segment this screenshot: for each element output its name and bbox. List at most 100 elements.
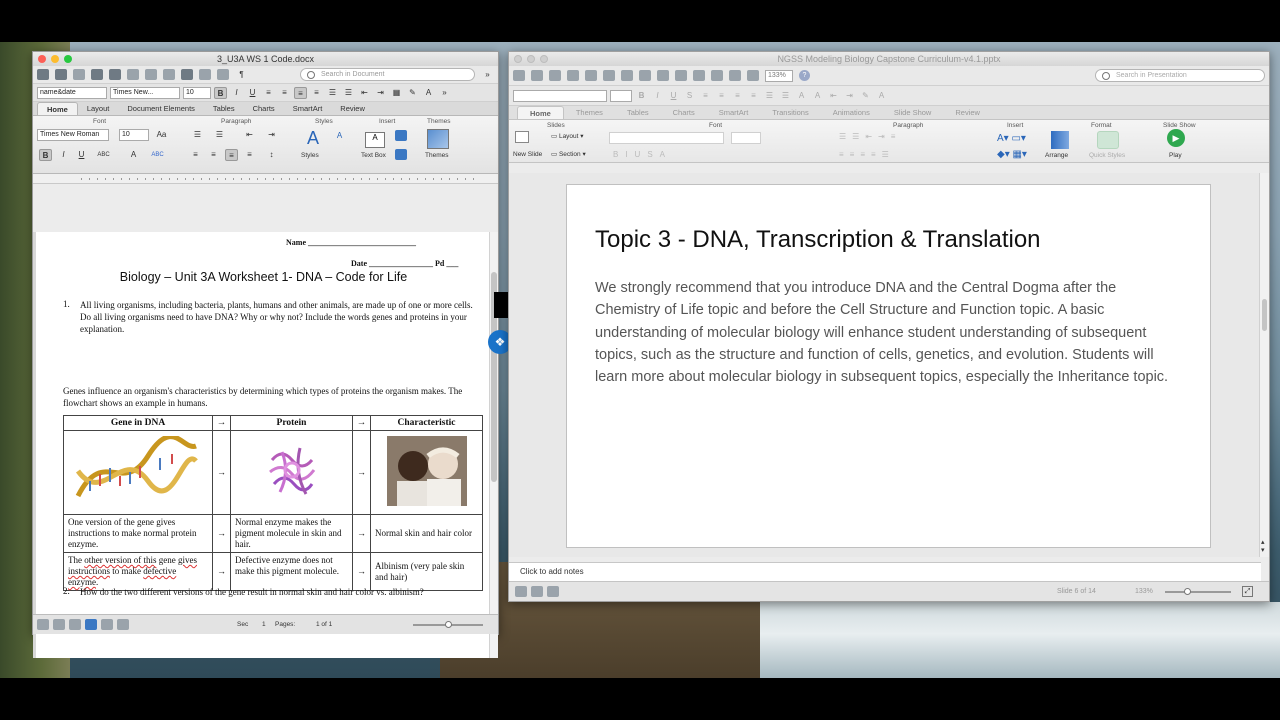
ppt-bullets-icon[interactable]: ☰ <box>763 90 776 102</box>
slide-body-text[interactable]: We strongly recommend that you introduce… <box>595 277 1185 388</box>
ppt-copy-icon[interactable] <box>621 70 633 81</box>
ppt-tab-charts[interactable]: Charts <box>661 106 707 119</box>
font-color-icon[interactable]: A <box>422 87 435 99</box>
ribbon-ppt-text-formatting[interactable]: BIUSA <box>613 150 672 159</box>
ppt-align-right-icon[interactable]: ≡ <box>731 90 744 102</box>
styles-gallery-icon[interactable]: A <box>303 128 323 149</box>
publishing-view-icon[interactable] <box>69 619 81 630</box>
open-icon[interactable] <box>73 69 85 80</box>
ppt-highlight-icon[interactable]: ✎ <box>859 90 872 102</box>
new-document-icon[interactable] <box>37 69 49 80</box>
slide-show-view-icon[interactable] <box>547 586 559 597</box>
tab-charts[interactable]: Charts <box>244 102 284 115</box>
ppt-minimize-window-button[interactable] <box>527 55 535 63</box>
ribbon-indent-icon[interactable]: ⇥ <box>265 129 278 141</box>
bold-button[interactable]: B <box>214 86 227 99</box>
ribbon-font-size-select[interactable]: 10 <box>119 129 149 141</box>
ppt-justify-icon[interactable]: ≡ <box>747 90 760 102</box>
ppt-font-select[interactable] <box>513 89 607 102</box>
justify-icon[interactable]: ≡ <box>310 87 323 99</box>
tab-layout[interactable]: Layout <box>78 102 119 115</box>
focus-view-icon[interactable] <box>117 619 129 630</box>
shape-icon[interactable] <box>395 130 407 141</box>
ribbon-ppt-text-icon[interactable]: A▾ ▭▾ <box>997 133 1026 144</box>
show-paragraph-marks-icon[interactable]: ¶ <box>235 69 248 81</box>
toolbar-overflow-icon[interactable]: » <box>481 69 494 81</box>
ribbon-bold-button[interactable]: B <box>39 149 52 161</box>
text-box-label[interactable]: Text Box <box>361 152 386 159</box>
ppt-redo-icon[interactable] <box>693 70 705 81</box>
ribbon-font-color-icon[interactable]: A <box>127 149 140 161</box>
arrange-label[interactable]: Arrange <box>1045 152 1068 159</box>
ribbon-ppt-shape-icon[interactable]: ◆▾ ▦▾ <box>997 149 1027 160</box>
copy-icon[interactable] <box>145 69 157 80</box>
font-size-select[interactable]: 10 <box>183 86 211 99</box>
ppt-table-icon[interactable] <box>729 70 741 81</box>
ppt-bold-button[interactable]: B <box>635 90 648 102</box>
save-icon[interactable] <box>91 69 103 80</box>
ppt-underline-button[interactable]: U <box>667 90 680 102</box>
notes-pane[interactable]: Click to add notes <box>509 562 1261 581</box>
quick-styles-label[interactable]: Quick Styles <box>1089 152 1125 159</box>
ppt-zoom-slider[interactable] <box>1165 591 1231 593</box>
tab-home[interactable]: Home <box>37 102 78 115</box>
fit-to-window-icon[interactable]: ⤢ <box>1242 586 1253 597</box>
themes-button-label[interactable]: Themes <box>425 152 448 159</box>
layout-button[interactable]: ▭ Layout ▾ <box>551 132 584 140</box>
italic-button[interactable]: I <box>230 87 243 99</box>
align-right-icon[interactable]: ≡ <box>294 86 307 99</box>
templates-icon[interactable] <box>55 69 67 80</box>
ppt-format-painter-icon[interactable] <box>657 70 669 81</box>
ppt-open-icon[interactable] <box>549 70 561 81</box>
picture-icon[interactable] <box>395 149 407 160</box>
ppt-print-icon[interactable] <box>585 70 597 81</box>
ppt-font-color-icon[interactable]: A <box>875 90 888 102</box>
ppt-tab-animations[interactable]: Animations <box>821 106 882 119</box>
ppt-close-window-button[interactable] <box>514 55 522 63</box>
align-left-icon[interactable]: ≡ <box>262 87 275 99</box>
ppt-tab-smartart[interactable]: SmartArt <box>707 106 761 119</box>
ppt-vertical-scrollbar[interactable]: ▴ ▾ <box>1259 173 1269 557</box>
ppt-search-input[interactable]: Search in Presentation <box>1095 69 1265 82</box>
ppt-templates-icon[interactable] <box>531 70 543 81</box>
ppt-save-icon[interactable] <box>567 70 579 81</box>
ribbon-align-left-icon[interactable]: ≡ <box>189 149 202 161</box>
help-icon[interactable]: ? <box>799 70 810 81</box>
word-zoom-slider-knob[interactable] <box>445 621 452 628</box>
ppt-chart-icon[interactable] <box>747 70 759 81</box>
notebook-view-icon[interactable] <box>101 619 113 630</box>
numbered-list-icon[interactable]: ☰ <box>326 87 339 99</box>
section-button[interactable]: ▭ Section ▾ <box>551 150 586 158</box>
ribbon-ppt-alignment-controls[interactable]: ≡≡≡≡☰ <box>839 150 895 159</box>
ppt-titlebar[interactable]: NGSS Modeling Biology Capstone Curriculu… <box>509 52 1269 66</box>
ribbon-outdent-icon[interactable]: ⇤ <box>243 129 256 141</box>
ppt-cut-icon[interactable] <box>603 70 615 81</box>
cut-icon[interactable] <box>127 69 139 80</box>
print-icon[interactable] <box>109 69 121 80</box>
ribbon-justify-icon[interactable]: ≡ <box>243 149 256 161</box>
ppt-zoom-select[interactable]: 133% <box>765 69 793 82</box>
ppt-tab-tables[interactable]: Tables <box>615 106 661 119</box>
quick-styles-icon[interactable] <box>1097 131 1119 149</box>
ribbon-align-center-icon[interactable]: ≡ <box>207 149 220 161</box>
ribbon-align-right-icon[interactable]: ≡ <box>225 149 238 161</box>
tab-document-elements[interactable]: Document Elements <box>118 102 204 115</box>
ppt-indent-icon[interactable]: ⇥ <box>843 90 856 102</box>
line-spacing-icon[interactable]: ↕ <box>265 149 278 161</box>
ppt-zoom-window-button[interactable] <box>540 55 548 63</box>
align-center-icon[interactable]: ≡ <box>278 87 291 99</box>
ppt-tab-home[interactable]: Home <box>517 106 564 119</box>
play-icon[interactable]: ▶ <box>1167 129 1185 147</box>
ribbon-ppt-paragraph-controls[interactable]: ☰☰⇤⇥≡ <box>839 132 901 141</box>
redo-icon[interactable] <box>217 69 229 80</box>
ribbon-numbering-icon[interactable]: ☰ <box>213 129 226 141</box>
ppt-tab-slide-show[interactable]: Slide Show <box>882 106 944 119</box>
ppt-italic-button[interactable]: I <box>651 90 664 102</box>
word-search-input[interactable]: Search in Document <box>300 68 475 81</box>
ribbon-italic-button[interactable]: I <box>57 149 70 161</box>
slide-title[interactable]: Topic 3 - DNA, Transcription & Translati… <box>595 226 1041 254</box>
ribbon-underline-button[interactable]: U <box>75 149 88 161</box>
normal-view-icon[interactable] <box>515 586 527 597</box>
ppt-undo-icon[interactable] <box>675 70 687 81</box>
arrange-icon[interactable] <box>1051 131 1069 149</box>
